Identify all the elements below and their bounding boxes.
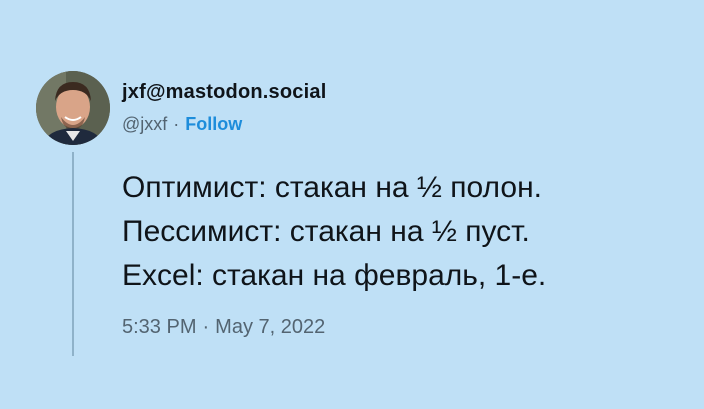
- timestamp-separator: ·: [202, 316, 210, 338]
- author-meta: @jxxf · Follow: [122, 114, 242, 135]
- timestamp[interactable]: 5:33 PM · May 7, 2022: [122, 316, 325, 339]
- follow-button[interactable]: Follow: [185, 114, 242, 134]
- tweet-card: jxf@mastodon.social @jxxf · Follow Оптимис…: [0, 0, 704, 409]
- handle[interactable]: @jxxf: [122, 114, 167, 134]
- tweet-line: Excel: стакан на февраль, 1-е.: [122, 259, 547, 292]
- timestamp-date: May 7, 2022: [215, 316, 326, 338]
- avatar-photo: [36, 71, 110, 145]
- timestamp-time: 5:33 PM: [122, 316, 197, 338]
- thread-line: [72, 152, 74, 356]
- meta-separator: ·: [173, 114, 180, 134]
- tweet-line: Пессимист: стакан на ½ пуст.: [122, 215, 530, 248]
- avatar[interactable]: [36, 71, 110, 145]
- tweet-text: Оптимист: стакан на ½ полон. Пессимист: …: [122, 166, 546, 298]
- tweet-line: Оптимист: стакан на ½ полон.: [122, 171, 542, 204]
- display-name[interactable]: jxf@mastodon.social: [122, 81, 326, 104]
